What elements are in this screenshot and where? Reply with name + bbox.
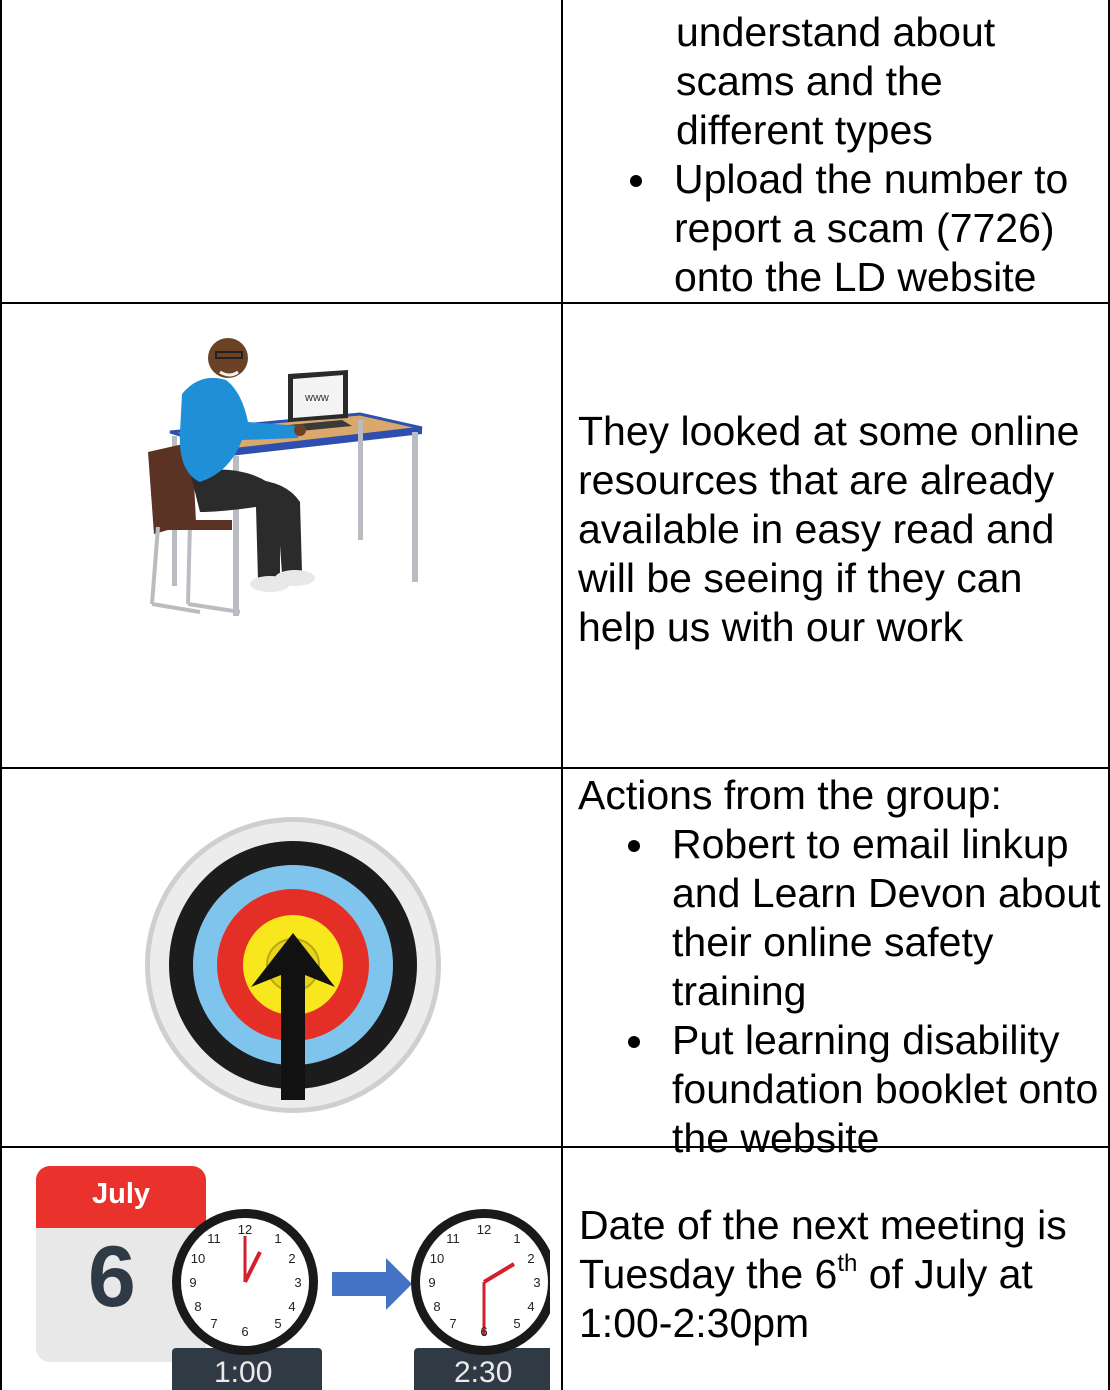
svg-text:1: 1 xyxy=(274,1231,281,1246)
continued-line: understand about xyxy=(676,9,996,55)
svg-text:4: 4 xyxy=(527,1299,534,1314)
svg-text:6: 6 xyxy=(480,1324,487,1339)
row2-text: They looked at some online resources tha… xyxy=(578,408,1080,650)
svg-text:5: 5 xyxy=(274,1316,281,1331)
row-divider-1 xyxy=(0,302,1110,304)
svg-text:3: 3 xyxy=(294,1275,301,1290)
laptop-screen-text: www xyxy=(304,392,329,404)
svg-text:4: 4 xyxy=(288,1299,295,1314)
svg-text:11: 11 xyxy=(446,1231,460,1246)
svg-text:7: 7 xyxy=(449,1316,456,1331)
start-time-display: 1:00 xyxy=(214,1356,273,1389)
row3-text: Actions from the group: Robert to email … xyxy=(578,771,1108,1163)
bullet-item: Robert to email linkup and Learn Devon a… xyxy=(576,820,1108,1016)
calendar-day: 6 xyxy=(88,1229,136,1325)
svg-text:2: 2 xyxy=(527,1251,534,1266)
svg-text:9: 9 xyxy=(189,1275,196,1290)
ordinal-suffix: th xyxy=(837,1250,858,1278)
svg-text:8: 8 xyxy=(194,1299,201,1314)
row-divider-2 xyxy=(0,767,1110,769)
svg-text:2: 2 xyxy=(288,1251,295,1266)
continued-line: scams and the xyxy=(676,58,943,104)
svg-text:6: 6 xyxy=(241,1324,248,1339)
target-with-arrow-icon xyxy=(145,817,441,1113)
continued-line: different types xyxy=(676,107,933,153)
person-at-laptop-icon: www xyxy=(148,338,423,616)
svg-text:9: 9 xyxy=(428,1275,435,1290)
calendar-month: July xyxy=(92,1178,151,1210)
row1-text: understand about scams and the different… xyxy=(580,8,1108,302)
svg-text:5: 5 xyxy=(513,1316,520,1331)
minutes-table: understand about scams and the different… xyxy=(0,0,1110,1390)
svg-text:1: 1 xyxy=(513,1231,520,1246)
svg-text:3: 3 xyxy=(533,1275,540,1290)
svg-text:12: 12 xyxy=(238,1222,252,1237)
column-divider xyxy=(561,0,563,1390)
table-left-border xyxy=(0,0,2,1390)
bullet-item: Put learning disability foundation bookl… xyxy=(576,1016,1108,1163)
actions-heading: Actions from the group: xyxy=(578,772,1002,818)
svg-text:10: 10 xyxy=(430,1251,444,1266)
bullet-item: Upload the number to report a scam (7726… xyxy=(578,155,1108,302)
row4-text: Date of the next meeting is Tuesday the … xyxy=(579,1201,1109,1348)
svg-text:10: 10 xyxy=(191,1251,205,1266)
calendar-clocks-icon: 12 1 2 345 678 9 10 11 12 1 2 345 678 9 10 11 Ju… xyxy=(30,1160,550,1390)
svg-text:7: 7 xyxy=(210,1316,217,1331)
end-time-display: 2:30 xyxy=(454,1356,513,1389)
svg-text:8: 8 xyxy=(433,1299,440,1314)
svg-text:12: 12 xyxy=(477,1222,491,1237)
svg-text:11: 11 xyxy=(207,1231,221,1246)
